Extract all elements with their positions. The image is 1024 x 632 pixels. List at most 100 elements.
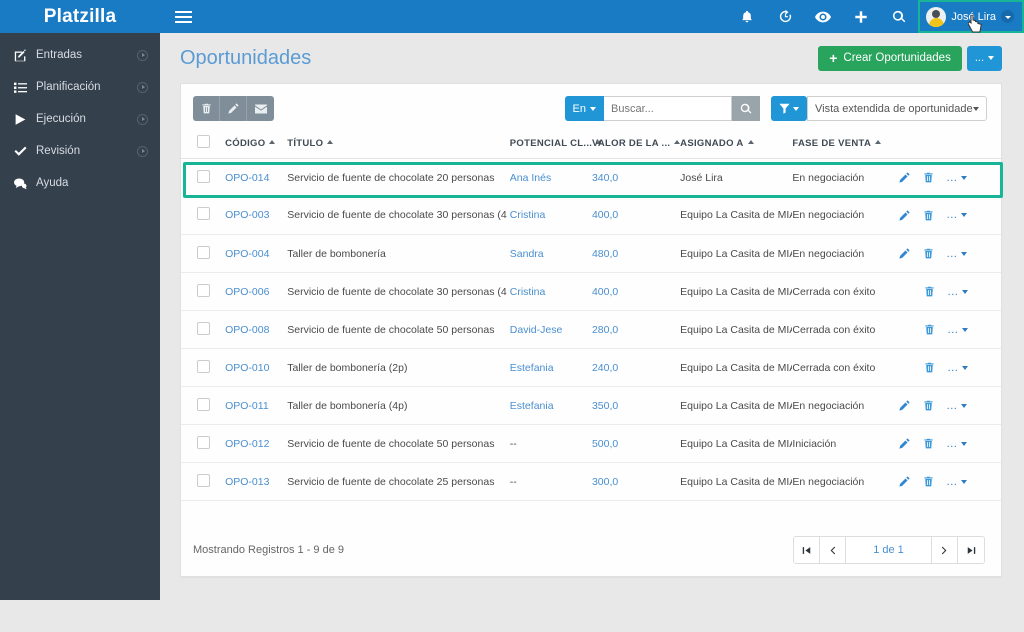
row-delete-icon[interactable] xyxy=(923,248,934,259)
codigo-link[interactable]: OPO-012 xyxy=(225,438,269,450)
th-potencial-cliente[interactable]: POTENCIAL CL... xyxy=(509,131,603,159)
row-checkbox[interactable] xyxy=(197,473,210,487)
last-page-button[interactable] xyxy=(958,537,984,563)
row-more-actions[interactable]: ... xyxy=(947,248,968,260)
codigo-link[interactable]: OPO-003 xyxy=(225,209,269,221)
row-checkbox[interactable] xyxy=(197,321,210,335)
row-more-actions[interactable]: ... xyxy=(947,438,968,450)
search-icon[interactable] xyxy=(880,0,918,33)
row-delete-icon[interactable] xyxy=(923,210,934,221)
row-edit-icon[interactable] xyxy=(899,210,910,221)
row-checkbox[interactable] xyxy=(197,397,210,411)
valor-link[interactable]: 240,0 xyxy=(592,362,618,374)
potencial-cliente-link[interactable]: Sandra xyxy=(510,248,544,260)
row-checkbox[interactable] xyxy=(197,245,210,259)
row-delete-icon[interactable] xyxy=(923,476,934,487)
potencial-cliente-link[interactable]: Cristina xyxy=(510,286,546,298)
row-more-actions[interactable]: ... xyxy=(947,172,968,184)
prev-page-button[interactable] xyxy=(820,537,846,563)
row-edit-icon[interactable] xyxy=(899,172,910,183)
eye-icon[interactable] xyxy=(804,0,842,33)
bulk-edit-button[interactable] xyxy=(220,96,247,121)
th-titulo[interactable]: TÍTULO xyxy=(287,131,510,159)
valor-link[interactable]: 400,0 xyxy=(592,286,618,298)
sidebar-item-planificacion[interactable]: Planificación xyxy=(0,71,160,103)
table-row[interactable]: OPO-010 Taller de bombonería (2p) Estefani… xyxy=(181,348,1001,387)
table-row[interactable]: OPO-012 Servicio de fuente de chocolate 5… xyxy=(181,424,1001,463)
sidebar-item-ejecucion[interactable]: Ejecución xyxy=(0,103,160,135)
valor-link[interactable]: 280,0 xyxy=(592,324,618,336)
potencial-cliente-link[interactable]: Estefania xyxy=(510,400,554,412)
sidebar-item-entradas[interactable]: Entradas xyxy=(0,39,160,71)
potencial-cliente-link[interactable]: Cristina xyxy=(510,209,546,221)
search-submit-button[interactable] xyxy=(732,96,760,121)
valor-link[interactable]: 340,0 xyxy=(592,172,618,184)
potencial-cliente-link[interactable]: Ana Inés xyxy=(510,172,551,184)
row-delete-icon[interactable] xyxy=(923,172,934,183)
brand-logo[interactable]: Platzilla xyxy=(0,0,160,33)
row-checkbox[interactable] xyxy=(197,169,210,183)
row-checkbox[interactable] xyxy=(197,435,210,449)
row-delete-icon[interactable] xyxy=(923,400,934,411)
row-checkbox[interactable] xyxy=(197,359,210,373)
row-more-actions[interactable]: ... xyxy=(948,362,969,374)
bulk-email-button[interactable] xyxy=(247,96,274,121)
bulk-delete-button[interactable] xyxy=(193,96,220,121)
row-edit-icon[interactable] xyxy=(899,438,910,449)
plus-icon[interactable] xyxy=(842,0,880,33)
th-valor[interactable]: VALOR DE LA ... xyxy=(591,131,681,159)
potencial-cliente-link[interactable]: David-Jese xyxy=(510,324,563,336)
next-page-button[interactable] xyxy=(932,537,958,563)
row-checkbox[interactable] xyxy=(197,283,210,297)
codigo-link[interactable]: OPO-013 xyxy=(225,476,269,488)
row-more-actions[interactable]: ... xyxy=(948,286,969,298)
row-delete-icon[interactable] xyxy=(923,438,934,449)
codigo-link[interactable]: OPO-004 xyxy=(225,248,269,260)
bell-icon[interactable] xyxy=(728,0,766,33)
valor-link[interactable]: 300,0 xyxy=(592,476,618,488)
hamburger-icon[interactable] xyxy=(160,0,206,33)
valor-link[interactable]: 400,0 xyxy=(592,209,618,221)
user-menu[interactable]: José Lira xyxy=(918,0,1024,33)
table-row[interactable]: OPO-008 Servicio de fuente de chocolate 5… xyxy=(181,310,1001,349)
row-edit-icon[interactable] xyxy=(899,476,910,487)
row-edit-icon[interactable] xyxy=(899,248,910,259)
row-more-actions[interactable]: ... xyxy=(947,476,968,488)
row-delete-icon[interactable] xyxy=(924,362,935,373)
row-delete-icon[interactable] xyxy=(924,324,935,335)
th-fase-de-venta[interactable]: FASE DE VENTA xyxy=(792,131,899,159)
codigo-link[interactable]: OPO-006 xyxy=(225,286,269,298)
row-delete-icon[interactable] xyxy=(924,286,935,297)
first-page-button[interactable] xyxy=(794,537,820,563)
row-checkbox[interactable] xyxy=(197,207,210,221)
row-more-actions[interactable]: ... xyxy=(947,209,968,221)
codigo-link[interactable]: OPO-014 xyxy=(225,172,269,184)
table-row[interactable]: OPO-006 Servicio de fuente de chocolate 3… xyxy=(181,272,1001,311)
table-row[interactable]: OPO-003 Servicio de fuente de chocolate 3… xyxy=(181,196,1001,235)
table-row[interactable]: OPO-013 Servicio de fuente de chocolate 2… xyxy=(181,462,1001,501)
table-row[interactable]: OPO-011 Taller de bombonería (4p) Estefani… xyxy=(181,386,1001,425)
codigo-link[interactable]: OPO-010 xyxy=(225,362,269,374)
valor-link[interactable]: 350,0 xyxy=(592,400,618,412)
table-row[interactable]: OPO-004 Taller de bombonería Sandra 480,0 Eq… xyxy=(181,234,1001,273)
filter-dropdown-button[interactable] xyxy=(771,96,807,121)
th-asignado-a[interactable]: ASIGNADO A xyxy=(680,131,793,159)
view-select[interactable]: Vista extendida de oportunidades [ xyxy=(807,96,987,121)
page-more-actions-button[interactable]: ... xyxy=(966,45,1002,71)
sidebar-item-revision[interactable]: Revisión xyxy=(0,135,160,167)
codigo-link[interactable]: OPO-008 xyxy=(225,324,269,336)
table-row[interactable]: OPO-014 Servicio de fuente de chocolate 2… xyxy=(181,159,1001,197)
codigo-link[interactable]: OPO-011 xyxy=(225,400,269,412)
potencial-cliente-link[interactable]: Estefania xyxy=(510,362,554,374)
search-scope-dropdown[interactable]: En xyxy=(564,96,604,121)
history-icon[interactable] xyxy=(766,0,804,33)
valor-link[interactable]: 500,0 xyxy=(592,438,618,450)
search-input[interactable] xyxy=(604,96,732,121)
th-codigo[interactable]: CÓDIGO xyxy=(225,131,288,159)
select-all-checkbox[interactable] xyxy=(197,135,210,148)
create-opportunity-button[interactable]: + Crear Oportunidades xyxy=(818,45,962,71)
valor-link[interactable]: 480,0 xyxy=(592,248,618,260)
row-edit-icon[interactable] xyxy=(899,400,910,411)
row-more-actions[interactable]: ... xyxy=(948,324,969,336)
row-more-actions[interactable]: ... xyxy=(947,400,968,412)
